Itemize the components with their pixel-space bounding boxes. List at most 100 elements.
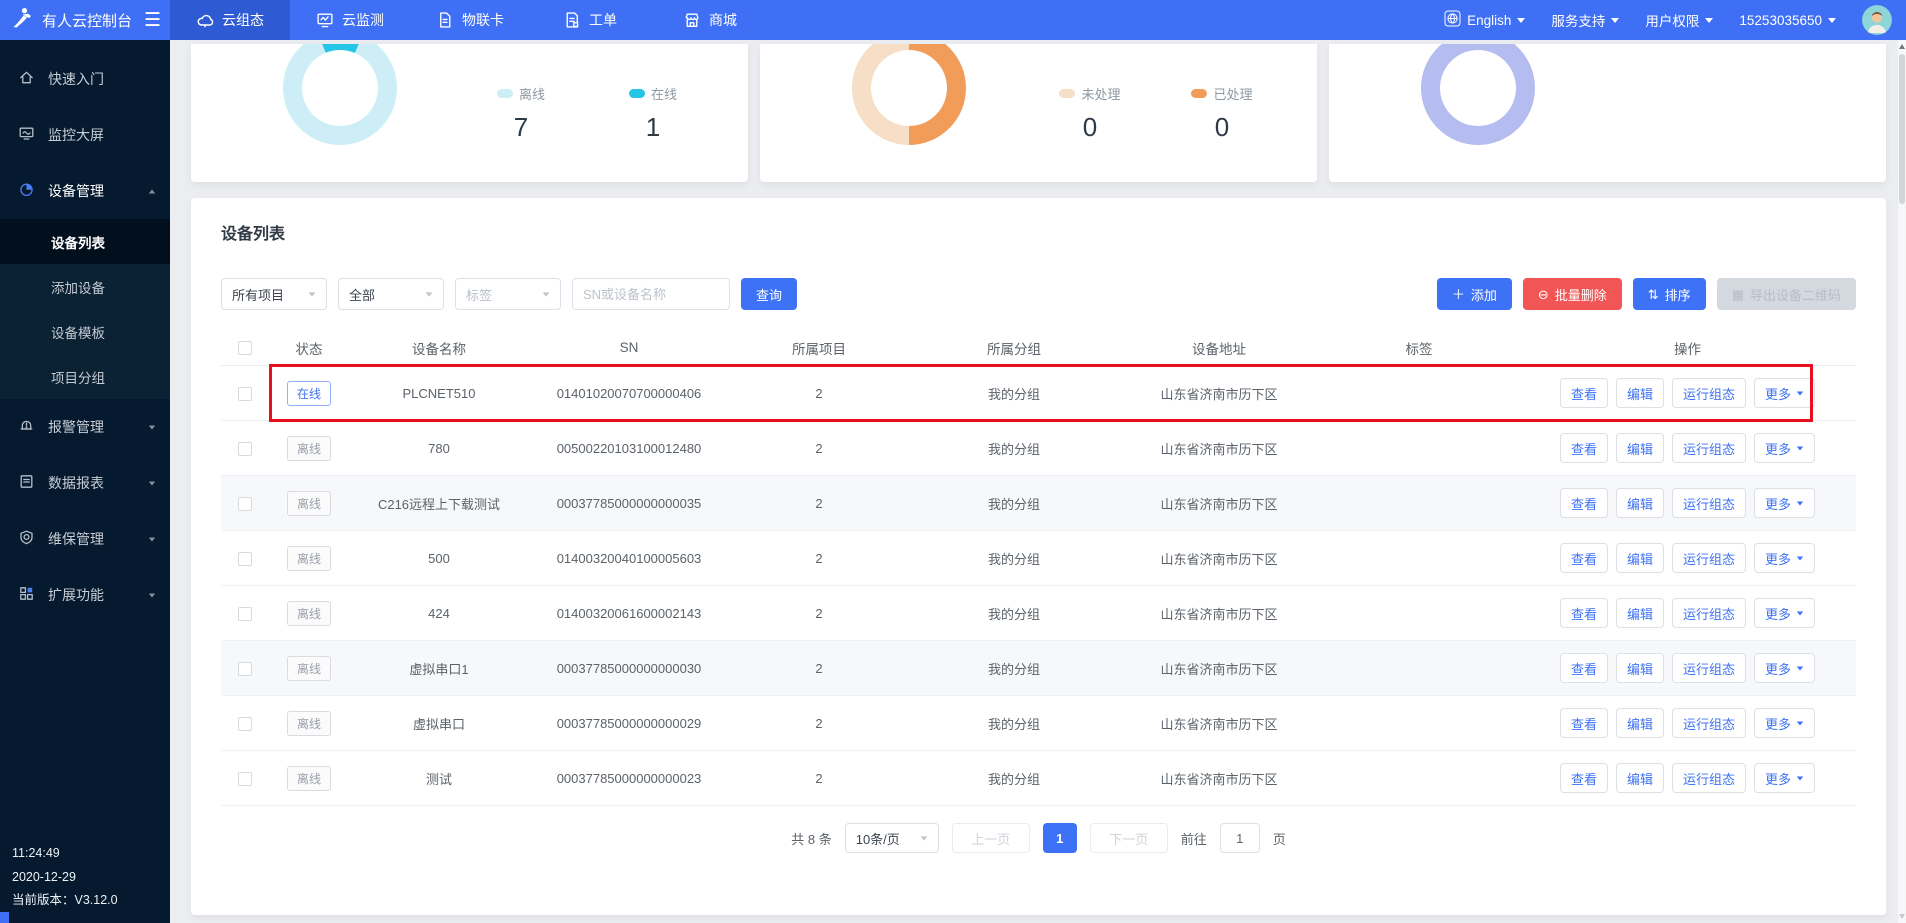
row-action-编辑-button[interactable]: 编辑 — [1616, 708, 1664, 738]
sidebar-subitem-设备模板[interactable]: 设备模板 — [0, 309, 170, 354]
nav-tab-物联卡[interactable]: 物联卡 — [410, 0, 530, 40]
sidebar-item-数据报表[interactable]: 数据报表 — [0, 455, 170, 511]
row-action-运行组态-button[interactable]: 运行组态 — [1672, 653, 1746, 683]
sidebar-item-设备管理[interactable]: 设备管理 — [0, 163, 170, 219]
user-permission-menu[interactable]: 用户权限 — [1645, 10, 1713, 30]
current-page-button[interactable]: 1 — [1043, 823, 1077, 853]
row-action-编辑-button[interactable]: 编辑 — [1616, 598, 1664, 628]
legend-label: 已处理 — [1213, 84, 1252, 103]
corner-accent — [0, 912, 9, 923]
row-checkbox[interactable] — [238, 442, 252, 456]
row-action-运行组态-button[interactable]: 运行组态 — [1672, 708, 1746, 738]
row-action-查看-button[interactable]: 查看 — [1560, 378, 1608, 408]
goto-page-input[interactable] — [1220, 823, 1260, 853]
menu-toggle-icon[interactable]: ☰ — [144, 11, 161, 30]
row-action-更多-button[interactable]: 更多 — [1754, 543, 1815, 573]
cell-project: 2 — [729, 551, 909, 566]
sidebar-item-扩展功能[interactable]: 扩展功能 — [0, 567, 170, 623]
export-qr-button[interactable]: ▦ 导出设备二维码 — [1717, 278, 1856, 310]
sort-button[interactable]: ⇅ 排序 — [1633, 278, 1706, 310]
row-action-更多-button[interactable]: 更多 — [1754, 598, 1815, 628]
row-action-编辑-button[interactable]: 编辑 — [1616, 433, 1664, 463]
prev-page-button[interactable]: 上一页 — [952, 823, 1030, 853]
nav-tab-商城[interactable]: 商城 — [650, 0, 770, 40]
row-action-查看-button[interactable]: 查看 — [1560, 598, 1608, 628]
column-header-所属项目: 所属项目 — [729, 338, 909, 358]
row-action-运行组态-button[interactable]: 运行组态 — [1672, 378, 1746, 408]
batch-delete-button[interactable]: ⊖ 批量删除 — [1523, 278, 1622, 310]
row-checkbox[interactable] — [238, 387, 252, 401]
row-action-编辑-button[interactable]: 编辑 — [1616, 543, 1664, 573]
user-avatar[interactable] — [1862, 5, 1892, 35]
sidebar-item-label: 扩展功能 — [48, 585, 135, 605]
scroll-up-arrow-icon[interactable] — [1899, 44, 1905, 49]
header-checkbox-cell — [221, 340, 269, 355]
home-icon — [18, 69, 35, 89]
next-page-button[interactable]: 下一页 — [1090, 823, 1168, 853]
search-input[interactable] — [572, 278, 730, 310]
row-action-查看-button[interactable]: 查看 — [1560, 543, 1608, 573]
sidebar-item-label: 报警管理 — [48, 417, 135, 437]
service-support-menu[interactable]: 服务支持 — [1551, 10, 1619, 30]
row-action-运行组态-button[interactable]: 运行组态 — [1672, 543, 1746, 573]
row-action-运行组态-button[interactable]: 运行组态 — [1672, 763, 1746, 793]
sidebar-subitem-设备列表[interactable]: 设备列表 — [0, 219, 170, 264]
language-switcher[interactable]: English — [1444, 10, 1525, 30]
content-area: 离线7在线1未处理0已处理0 设备列表 所有项目 全部 标签 查询 — [170, 40, 1906, 923]
select-all-checkbox[interactable] — [238, 341, 252, 355]
sidebar-item-维保管理[interactable]: 维保管理 — [0, 511, 170, 567]
add-button[interactable]: ＋ 添加 — [1437, 278, 1512, 310]
row-action-查看-button[interactable]: 查看 — [1560, 653, 1608, 683]
row-action-编辑-button[interactable]: 编辑 — [1616, 488, 1664, 518]
search-button[interactable]: 查询 — [741, 278, 797, 310]
scrollbar-thumb[interactable] — [1899, 54, 1905, 204]
row-checkbox[interactable] — [238, 607, 252, 621]
table-row: 离线C216远程上下载测试000377850000000000352我的分组山东… — [221, 476, 1856, 531]
row-action-更多-button[interactable]: 更多 — [1754, 708, 1815, 738]
row-action-编辑-button[interactable]: 编辑 — [1616, 653, 1664, 683]
row-action-编辑-button[interactable]: 编辑 — [1616, 378, 1664, 408]
cell-device-name: 500 — [349, 551, 529, 566]
cell-address: 山东省济南市历下区 — [1119, 604, 1319, 623]
chevron-down-icon — [1828, 18, 1836, 23]
scroll-down-arrow-icon[interactable] — [1899, 914, 1905, 919]
row-checkbox[interactable] — [238, 497, 252, 511]
sidebar-footer: 11:24:49 2020-12-29 当前版本：V3.12.0 — [12, 842, 118, 913]
tag-filter-select[interactable]: 标签 — [455, 278, 561, 310]
sidebar-item-监控大屏[interactable]: 监控大屏 — [0, 107, 170, 163]
project-filter-select[interactable]: 所有项目 — [221, 278, 327, 310]
nav-tab-云监测[interactable]: 云监测 — [290, 0, 410, 40]
row-checkbox[interactable] — [238, 772, 252, 786]
row-action-编辑-button[interactable]: 编辑 — [1616, 763, 1664, 793]
status-filter-select[interactable]: 全部 — [338, 278, 444, 310]
row-action-查看-button[interactable]: 查看 — [1560, 488, 1608, 518]
row-checkbox[interactable] — [238, 552, 252, 566]
sidebar-item-报警管理[interactable]: 报警管理 — [0, 399, 170, 455]
row-action-运行组态-button[interactable]: 运行组态 — [1672, 433, 1746, 463]
row-action-更多-button[interactable]: 更多 — [1754, 763, 1815, 793]
account-menu[interactable]: 15253035650 — [1739, 13, 1836, 28]
row-action-更多-button[interactable]: 更多 — [1754, 378, 1815, 408]
cell-device-name: 虚拟串口1 — [349, 659, 529, 678]
cell-sn: 00500220103100012480 — [529, 441, 729, 456]
sidebar-item-label: 数据报表 — [48, 473, 135, 493]
row-action-查看-button[interactable]: 查看 — [1560, 708, 1608, 738]
row-action-更多-button[interactable]: 更多 — [1754, 653, 1815, 683]
row-checkbox[interactable] — [238, 662, 252, 676]
nav-tab-云组态[interactable]: 云组态 — [170, 0, 290, 40]
page-scrollbar[interactable] — [1898, 40, 1906, 923]
row-action-运行组态-button[interactable]: 运行组态 — [1672, 598, 1746, 628]
row-action-查看-button[interactable]: 查看 — [1560, 763, 1608, 793]
minus-circle-icon: ⊖ — [1538, 288, 1549, 301]
cell-device-name: PLCNET510 — [349, 386, 529, 401]
row-action-查看-button[interactable]: 查看 — [1560, 433, 1608, 463]
sidebar-subitem-项目分组[interactable]: 项目分组 — [0, 354, 170, 399]
nav-tab-工单[interactable]: 工单 — [530, 0, 650, 40]
row-action-更多-button[interactable]: 更多 — [1754, 433, 1815, 463]
page-size-select[interactable]: 10条/页 — [845, 823, 939, 853]
row-action-运行组态-button[interactable]: 运行组态 — [1672, 488, 1746, 518]
sidebar-item-快速入门[interactable]: 快速入门 — [0, 51, 170, 107]
row-action-更多-button[interactable]: 更多 — [1754, 488, 1815, 518]
row-checkbox[interactable] — [238, 717, 252, 731]
sidebar-subitem-添加设备[interactable]: 添加设备 — [0, 264, 170, 309]
